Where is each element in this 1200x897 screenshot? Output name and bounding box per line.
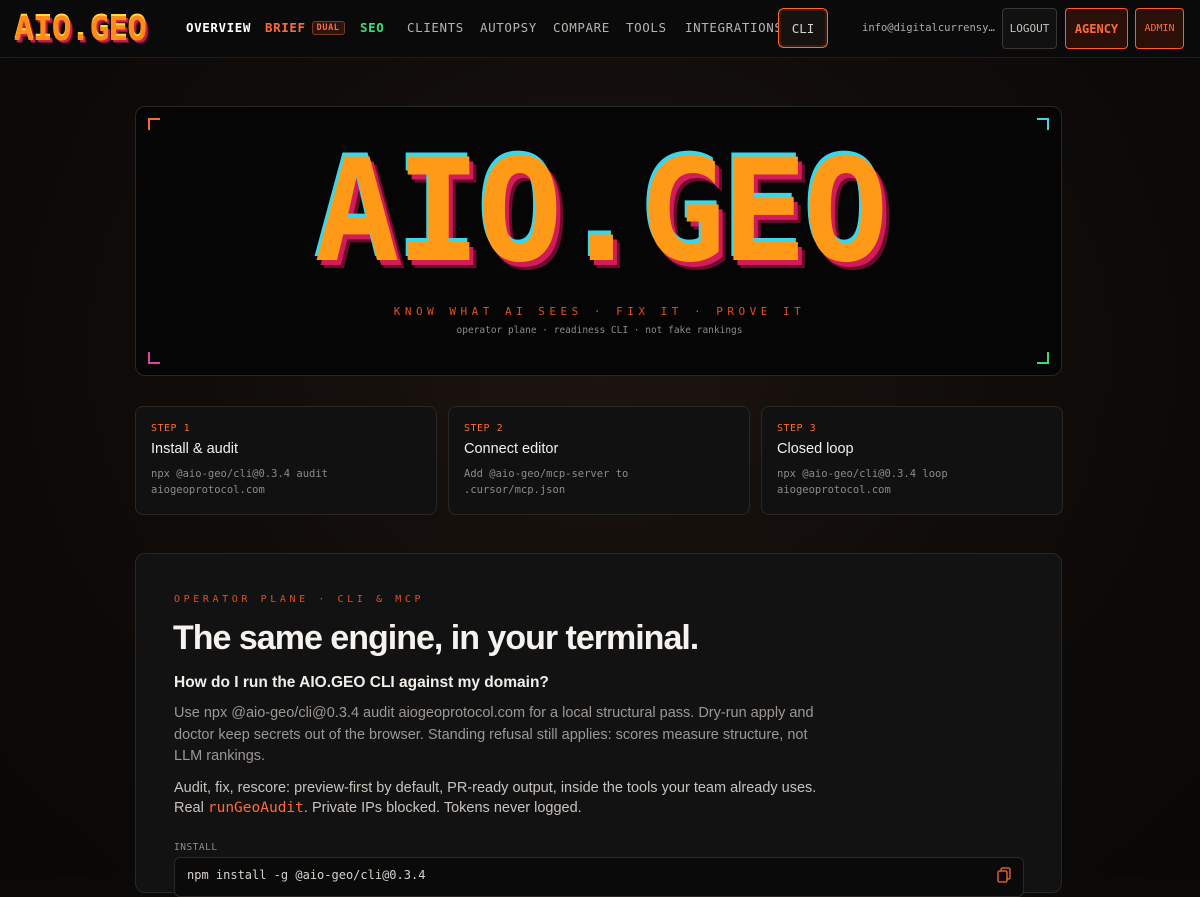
nav-tools[interactable]: TOOLS bbox=[626, 20, 667, 35]
faq-answer: Use npx @aio-geo/cli@0.3.4 audit aiogeop… bbox=[174, 705, 814, 764]
corner-bracket-bottom-left bbox=[148, 352, 160, 364]
step-command-line: aiogeoprotocol.com bbox=[777, 484, 891, 496]
step-command-line: npx @aio-geo/cli@0.3.4 loop bbox=[777, 468, 948, 480]
hero-banner: AIO.GEO KNOW WHAT AI SEES · FIX IT · PRO… bbox=[135, 106, 1062, 376]
step-card-2: STEP 2 Connect editor Add @aio-geo/mcp-s… bbox=[448, 406, 750, 515]
step-title: Install & audit bbox=[151, 441, 239, 457]
nav-autopsy[interactable]: AUTOPSY bbox=[480, 20, 537, 35]
inline-code: runGeoAudit bbox=[207, 800, 304, 816]
nav-seo[interactable]: SEO bbox=[360, 20, 384, 35]
faq-answer-secondary: Audit, fix, rescore: preview-first by de… bbox=[174, 778, 824, 818]
nav-overview[interactable]: OVERVIEW bbox=[186, 20, 251, 35]
nav-brief-label: BRIEF bbox=[265, 20, 306, 35]
section-eyebrow: OPERATOR PLANE · CLI & MCP bbox=[174, 594, 425, 605]
faq-question: How do I run the AIO.GEO CLI against my … bbox=[174, 674, 549, 691]
step-title: Connect editor bbox=[464, 441, 559, 457]
nav-cli[interactable]: CLI bbox=[778, 8, 828, 48]
hero-logo: AIO.GEO bbox=[314, 129, 888, 294]
step-label: STEP 1 bbox=[151, 423, 191, 434]
dual-badge: DUAL bbox=[311, 21, 345, 35]
install-command[interactable]: npm install -g @aio-geo/cli@0.3.4 bbox=[187, 868, 425, 882]
nav-compare[interactable]: COMPARE bbox=[553, 20, 610, 35]
hero-subtagline: operator plane · readiness CLI · not fak… bbox=[456, 325, 743, 336]
install-code-block: npm install -g @aio-geo/cli@0.3.4 bbox=[174, 857, 1024, 897]
agency-button[interactable]: AGENCY bbox=[1065, 8, 1128, 49]
admin-button[interactable]: ADMIN bbox=[1135, 8, 1184, 49]
step-card-3: STEP 3 Closed loop npx @aio-geo/cli@0.3.… bbox=[761, 406, 1063, 515]
install-label: INSTALL bbox=[174, 842, 218, 853]
brand-logo[interactable]: AIO.GEO bbox=[14, 9, 147, 48]
step-command-line: npx @aio-geo/cli@0.3.4 audit bbox=[151, 468, 329, 480]
nav-clients[interactable]: CLIENTS bbox=[407, 20, 464, 35]
step-command-line: .cursor/mcp.json bbox=[464, 484, 566, 496]
step-command: npx @aio-geo/cli@0.3.4 audit aiogeoproto… bbox=[151, 466, 421, 498]
user-email: info@digitalcurrensy.c… bbox=[862, 22, 996, 34]
nav-integrations[interactable]: INTEGRATIONS bbox=[685, 20, 783, 35]
top-nav: AIO.GEO OVERVIEW BRIEF DUAL SEO CLIENTS A… bbox=[0, 0, 1200, 58]
hero-tagline: KNOW WHAT AI SEES · FIX IT · PROVE IT bbox=[393, 305, 806, 318]
step-title: Closed loop bbox=[777, 441, 854, 457]
step-command: npx @aio-geo/cli@0.3.4 loop aiogeoprotoc… bbox=[777, 466, 1047, 498]
section-headline: The same engine, in your terminal. bbox=[173, 619, 699, 657]
operator-panel: OPERATOR PLANE · CLI & MCP The same engi… bbox=[135, 553, 1062, 897]
step-card-1: STEP 1 Install & audit npx @aio-geo/cli@… bbox=[135, 406, 437, 515]
corner-bracket-top-right bbox=[1037, 118, 1049, 130]
step-command-line: aiogeoprotocol.com bbox=[151, 484, 265, 496]
step-label: STEP 3 bbox=[777, 423, 817, 434]
corner-bracket-top-left bbox=[148, 118, 160, 130]
step-label: STEP 2 bbox=[464, 423, 504, 434]
answer-text: . Private IPs blocked. Tokens never logg… bbox=[303, 800, 582, 816]
nav-brief[interactable]: BRIEF DUAL bbox=[265, 20, 345, 35]
copy-icon[interactable] bbox=[997, 867, 1011, 883]
step-command: Add @aio-geo/mcp-server to .cursor/mcp.j… bbox=[464, 466, 734, 498]
step-command-line: Add @aio-geo/mcp-server to bbox=[464, 468, 629, 480]
logout-button[interactable]: LOGOUT bbox=[1002, 8, 1057, 49]
corner-bracket-bottom-right bbox=[1037, 352, 1049, 364]
